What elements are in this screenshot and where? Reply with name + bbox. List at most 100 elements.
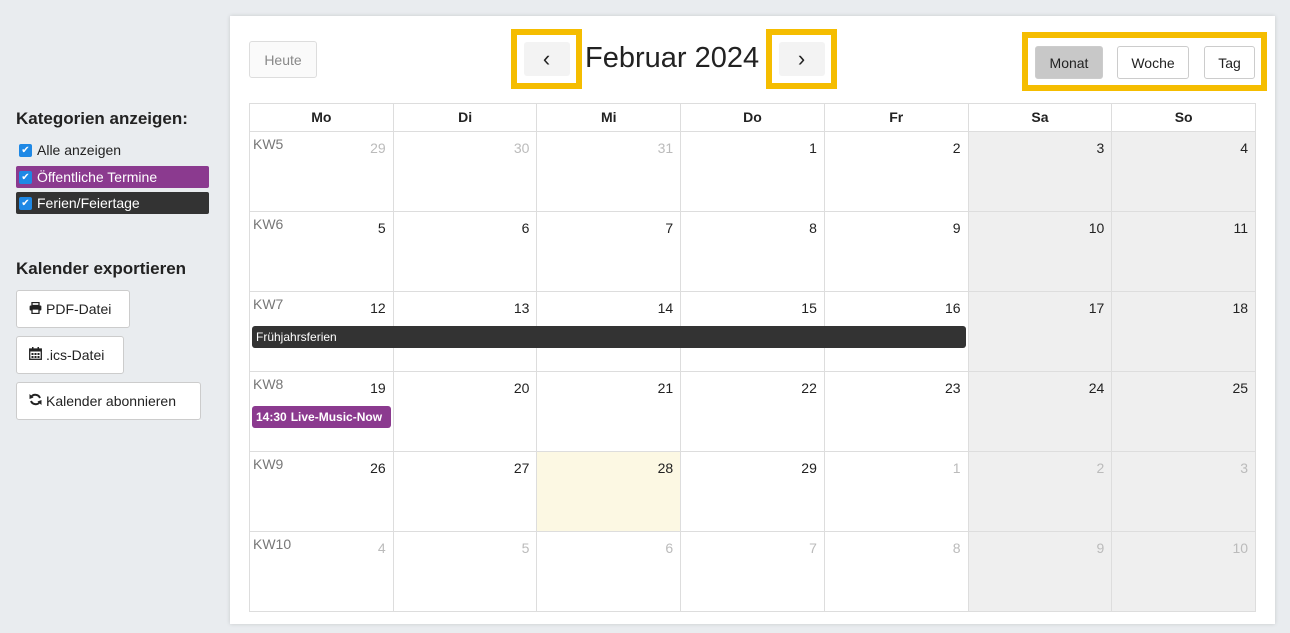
day-number: 26 <box>370 460 386 476</box>
week-number: KW6 <box>253 216 284 232</box>
weekday-label: Fr <box>824 104 969 132</box>
next-month-button[interactable]: › <box>766 29 837 89</box>
day-number: 6 <box>665 540 674 556</box>
day-cell[interactable]: 4 <box>1112 132 1257 212</box>
checkbox-icon[interactable]: ✔ <box>19 143 32 157</box>
view-month-button[interactable]: Monat <box>1035 46 1103 79</box>
day-cell-today[interactable]: 28 <box>537 452 682 532</box>
day-cell[interactable]: 30 <box>393 132 538 212</box>
day-cell[interactable]: 25 <box>1112 372 1257 452</box>
category-public-events-toggle[interactable]: ✔ Öffentliche Termine <box>16 166 209 188</box>
day-cell[interactable]: 2 <box>968 452 1113 532</box>
sidebar: Kategorien anzeigen: ✔ Alle anzeigen ✔ Ö… <box>0 0 222 633</box>
day-number: 4 <box>1240 140 1249 156</box>
day-number: 27 <box>513 460 530 476</box>
day-cell[interactable]: 29 <box>681 452 825 532</box>
day-number: 12 <box>370 300 386 316</box>
day-cell[interactable]: 1 <box>824 452 969 532</box>
ics-export-button[interactable]: .ics-Datei <box>16 336 124 374</box>
view-week-button[interactable]: Woche <box>1117 46 1189 79</box>
day-number: 8 <box>809 220 817 236</box>
day-cell[interactable]: 24 <box>968 372 1113 452</box>
day-number: 4 <box>377 540 386 556</box>
week-row: KW6 5 6 7 8 9 10 11 <box>250 212 1257 292</box>
day-cell[interactable]: 9 <box>824 212 969 292</box>
day-cell[interactable]: 23 <box>824 372 969 452</box>
subscribe-label: Kalender abonnieren <box>46 393 176 409</box>
event-time: 14:30 <box>256 410 287 424</box>
day-number: 19 <box>370 380 386 396</box>
day-cell[interactable]: 10 <box>1112 532 1257 612</box>
day-cell[interactable]: KW10 4 <box>250 532 394 612</box>
day-cell[interactable]: 6 <box>393 212 538 292</box>
category-all-toggle[interactable]: ✔ Alle anzeigen <box>16 139 209 161</box>
day-number: 7 <box>665 220 674 236</box>
day-cell[interactable]: 5 <box>393 532 538 612</box>
day-number: 29 <box>370 140 386 156</box>
day-number: 21 <box>657 380 674 396</box>
export-title: Kalender exportieren <box>16 259 187 278</box>
day-number: 17 <box>1088 300 1105 316</box>
day-number: 30 <box>513 140 530 156</box>
day-cell[interactable]: 3 <box>968 132 1113 212</box>
today-button[interactable]: Heute <box>249 41 317 78</box>
day-number: 2 <box>1096 460 1105 476</box>
view-switcher: Monat Woche Tag <box>1022 32 1267 91</box>
day-cell[interactable]: 20 <box>393 372 538 452</box>
day-cell[interactable]: 10 <box>968 212 1113 292</box>
weekday-label: Sa <box>968 104 1113 132</box>
day-number: 8 <box>952 540 961 556</box>
day-cell[interactable]: 8 <box>824 532 969 612</box>
week-number: KW7 <box>253 296 284 312</box>
event-holidays[interactable]: Frühjahrsferien <box>252 326 966 348</box>
day-cell[interactable]: 21 <box>537 372 682 452</box>
event-live-music[interactable]: 14:30 Live-Music-Now <box>252 406 391 428</box>
day-number: 10 <box>1232 540 1249 556</box>
checkbox-icon[interactable]: ✔ <box>19 170 32 184</box>
day-cell[interactable]: KW6 5 <box>250 212 394 292</box>
event-title: Live-Music-Now <box>290 410 383 424</box>
day-cell[interactable]: 6 <box>537 532 682 612</box>
day-cell[interactable]: KW9 26 <box>250 452 394 532</box>
day-cell[interactable]: 1 <box>681 132 825 212</box>
day-cell[interactable]: 8 <box>681 212 825 292</box>
day-number: 6 <box>521 220 530 236</box>
week-number: KW5 <box>253 136 284 152</box>
day-number: 15 <box>801 300 817 316</box>
day-cell[interactable]: 27 <box>393 452 538 532</box>
day-number: 22 <box>801 380 817 396</box>
printer-icon <box>29 301 42 317</box>
day-cell[interactable]: 11 <box>1112 212 1257 292</box>
day-number: 23 <box>945 380 961 396</box>
week-number: KW8 <box>253 376 284 392</box>
view-day-button[interactable]: Tag <box>1204 46 1255 79</box>
chevron-left-icon: ‹ <box>542 46 551 71</box>
day-cell[interactable]: KW5 29 <box>250 132 394 212</box>
day-number: 10 <box>1088 220 1105 236</box>
day-number: 28 <box>657 460 674 476</box>
day-cell[interactable]: 7 <box>537 212 682 292</box>
weekday-label: Mo <box>250 104 394 132</box>
day-cell[interactable]: 9 <box>968 532 1113 612</box>
day-number: 1 <box>952 460 961 476</box>
pdf-export-button[interactable]: PDF-Datei <box>16 290 130 328</box>
category-label: Alle anzeigen <box>37 142 122 158</box>
prev-month-button[interactable]: ‹ <box>511 29 582 89</box>
day-number: 13 <box>513 300 530 316</box>
day-number: 1 <box>809 140 817 156</box>
week-row: KW8 19 20 21 22 23 24 25 14:30 Live-Music-… <box>250 372 1257 452</box>
category-holidays-toggle[interactable]: ✔ Ferien/Feiertage <box>16 192 209 214</box>
week-row: KW10 4 5 6 7 8 9 10 <box>250 532 1257 612</box>
day-cell[interactable]: 22 <box>681 372 825 452</box>
day-cell[interactable]: 3 <box>1112 452 1257 532</box>
day-cell[interactable]: 17 <box>968 292 1113 372</box>
day-cell[interactable]: 31 <box>537 132 682 212</box>
day-cell[interactable]: 7 <box>681 532 825 612</box>
subscribe-calendar-button[interactable]: Kalender abonnieren <box>16 382 201 420</box>
week-number: KW10 <box>253 536 292 552</box>
day-cell[interactable]: 18 <box>1112 292 1257 372</box>
weekday-label: Di <box>393 104 538 132</box>
category-label: Öffentliche Termine <box>37 169 158 185</box>
checkbox-icon[interactable]: ✔ <box>19 196 32 210</box>
day-cell[interactable]: 2 <box>824 132 969 212</box>
